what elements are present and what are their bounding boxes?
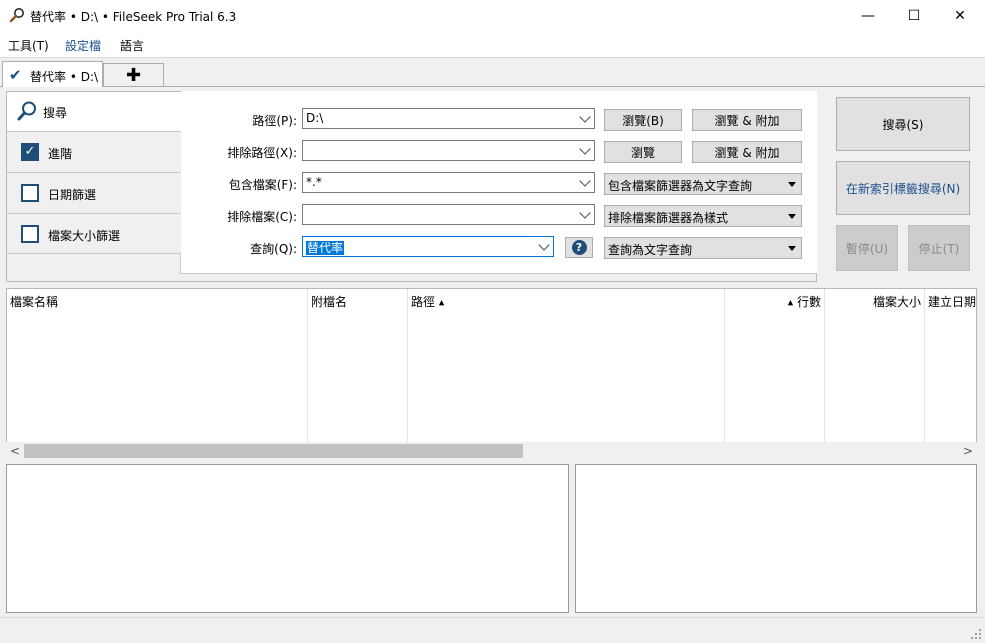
window-title: 替代率 • D:\ • FileSeek Pro Trial 6.3 <box>30 10 237 24</box>
scroll-right-icon[interactable]: > <box>960 442 976 460</box>
search-icon <box>17 101 36 121</box>
maximize-button[interactable]: ☐ <box>891 0 937 31</box>
path-value: D:\ <box>306 111 324 125</box>
resize-grip-icon[interactable] <box>970 628 982 640</box>
chevron-down-icon[interactable] <box>579 175 591 187</box>
menu-tools[interactable]: 工具(T) <box>8 37 49 54</box>
exclude-path-label: 排除路徑(X): <box>227 146 297 160</box>
query-mode-value: 查詢為文字查詢 <box>608 243 693 257</box>
tab-search-active[interactable]: ✔ 替代率 • D:\ <box>2 61 103 87</box>
sort-ascending-icon: ▲ <box>787 298 794 307</box>
search-in-new-tab-button[interactable]: 在新索引標籤搜尋(N) <box>836 161 970 215</box>
column-title: 建立日期 <box>928 295 977 309</box>
status-bar <box>0 617 985 643</box>
caret-down-icon <box>788 182 796 187</box>
minimize-icon: — <box>861 7 875 24</box>
chevron-down-icon[interactable] <box>579 143 591 155</box>
sidebar-item-date-filter[interactable]: 日期篩選 <box>7 172 181 213</box>
exclude-browse-button[interactable]: 瀏覽 <box>604 141 682 163</box>
include-files-label: 包含檔案(F): <box>228 178 297 192</box>
exclude-browse-append-button[interactable]: 瀏覽 & 附加 <box>692 141 802 163</box>
column-header-filename[interactable]: 檔案名稱 <box>7 289 308 442</box>
sidebar-item-label: 進階 <box>48 147 73 161</box>
advanced-checkbox[interactable]: ✓ <box>21 143 39 161</box>
caret-down-icon <box>788 246 796 251</box>
sidebar-item-advanced[interactable]: ✓ 進階 <box>7 131 181 172</box>
chevron-down-icon[interactable] <box>579 111 591 123</box>
sidebar-item-label: 日期篩選 <box>48 188 97 202</box>
sidebar-item-label: 搜尋 <box>43 106 68 120</box>
caret-down-icon <box>788 214 796 219</box>
size-filter-checkbox[interactable] <box>21 225 39 243</box>
menu-language[interactable]: 語言 <box>120 37 144 54</box>
column-title: 行數 <box>796 295 821 309</box>
menu-bar: 工具(T) 設定檔 語言 <box>0 31 985 57</box>
chevron-down-icon[interactable] <box>579 207 591 219</box>
tab-strip-line <box>0 86 985 87</box>
column-title: 路徑 <box>411 295 436 309</box>
query-label: 查詢(Q): <box>250 242 297 256</box>
column-header-path[interactable]: 路徑 ▲ <box>408 289 725 442</box>
date-filter-checkbox[interactable] <box>21 184 39 202</box>
preview-pane-left[interactable] <box>6 464 569 613</box>
plus-icon: ✚ <box>125 64 142 86</box>
exclude-path-combo[interactable] <box>302 140 595 161</box>
query-combo[interactable]: 替代率 <box>302 236 554 257</box>
pause-button[interactable]: 暫停(U) <box>836 225 898 271</box>
minimize-button[interactable]: — <box>845 0 891 31</box>
tab-label: 替代率 • D:\ <box>30 70 99 84</box>
include-files-combo[interactable]: *.* <box>302 172 595 193</box>
menu-divider <box>0 57 985 58</box>
column-header-file-size[interactable]: 檔案大小 <box>825 289 925 442</box>
exclude-files-mode-select[interactable]: 排除檔案篩選器為樣式 <box>604 205 802 227</box>
column-header-lines[interactable]: ▲ 行數 <box>725 289 825 442</box>
results-table[interactable]: 檔案名稱 附檔名 路徑 ▲ ▲ 行數 檔案大小 建立日期 <box>6 288 977 459</box>
include-files-value: *.* <box>306 175 322 189</box>
sort-ascending-icon: ▲ <box>438 298 445 307</box>
path-label: 路徑(P): <box>252 114 297 128</box>
query-value: 替代率 <box>306 239 345 256</box>
browse-append-button[interactable]: 瀏覽 & 附加 <box>692 109 802 131</box>
title-bar: 替代率 • D:\ • FileSeek Pro Trial 6.3 — ☐ ✕ <box>0 0 985 31</box>
exclude-files-mode-value: 排除檔案篩選器為樣式 <box>608 211 729 225</box>
maximize-icon: ☐ <box>907 7 921 24</box>
close-icon: ✕ <box>954 7 966 24</box>
add-tab-button[interactable]: ✚ <box>103 63 164 86</box>
column-title: 附檔名 <box>311 295 348 309</box>
column-header-created[interactable]: 建立日期 <box>925 289 978 442</box>
magnifier-icon <box>9 8 24 23</box>
query-selected-text: 替代率 <box>306 241 345 255</box>
path-combo[interactable]: D:\ <box>302 108 595 129</box>
exclude-files-combo[interactable] <box>302 204 595 225</box>
scroll-left-icon[interactable]: < <box>7 442 23 460</box>
sidebar-item-size-filter[interactable]: 檔案大小篩選 <box>7 213 181 254</box>
sidebar-item-label: 檔案大小篩選 <box>48 229 121 243</box>
search-button[interactable]: 搜尋(S) <box>836 97 970 151</box>
close-button[interactable]: ✕ <box>937 0 983 31</box>
column-title: 檔案大小 <box>872 295 921 309</box>
browse-button[interactable]: 瀏覽(B) <box>604 109 682 131</box>
preview-pane-right[interactable] <box>575 464 977 613</box>
include-files-mode-select[interactable]: 包含檔案篩選器為文字查詢 <box>604 173 802 195</box>
stop-button[interactable]: 停止(T) <box>908 225 970 271</box>
query-mode-select[interactable]: 查詢為文字查詢 <box>604 237 802 259</box>
checkmark-icon: ✔ <box>9 66 22 84</box>
scrollbar-thumb[interactable] <box>24 444 523 458</box>
exclude-files-label: 排除檔案(C): <box>227 210 297 224</box>
help-icon: ? <box>571 240 587 255</box>
column-title: 檔案名稱 <box>10 295 59 309</box>
help-button[interactable]: ? <box>565 237 593 258</box>
include-files-mode-value: 包含檔案篩選器為文字查詢 <box>608 179 753 193</box>
column-header-extension[interactable]: 附檔名 <box>308 289 408 442</box>
chevron-down-icon[interactable] <box>538 239 550 251</box>
menu-profiles[interactable]: 設定檔 <box>65 37 101 54</box>
horizontal-scrollbar[interactable]: < > <box>6 442 977 460</box>
